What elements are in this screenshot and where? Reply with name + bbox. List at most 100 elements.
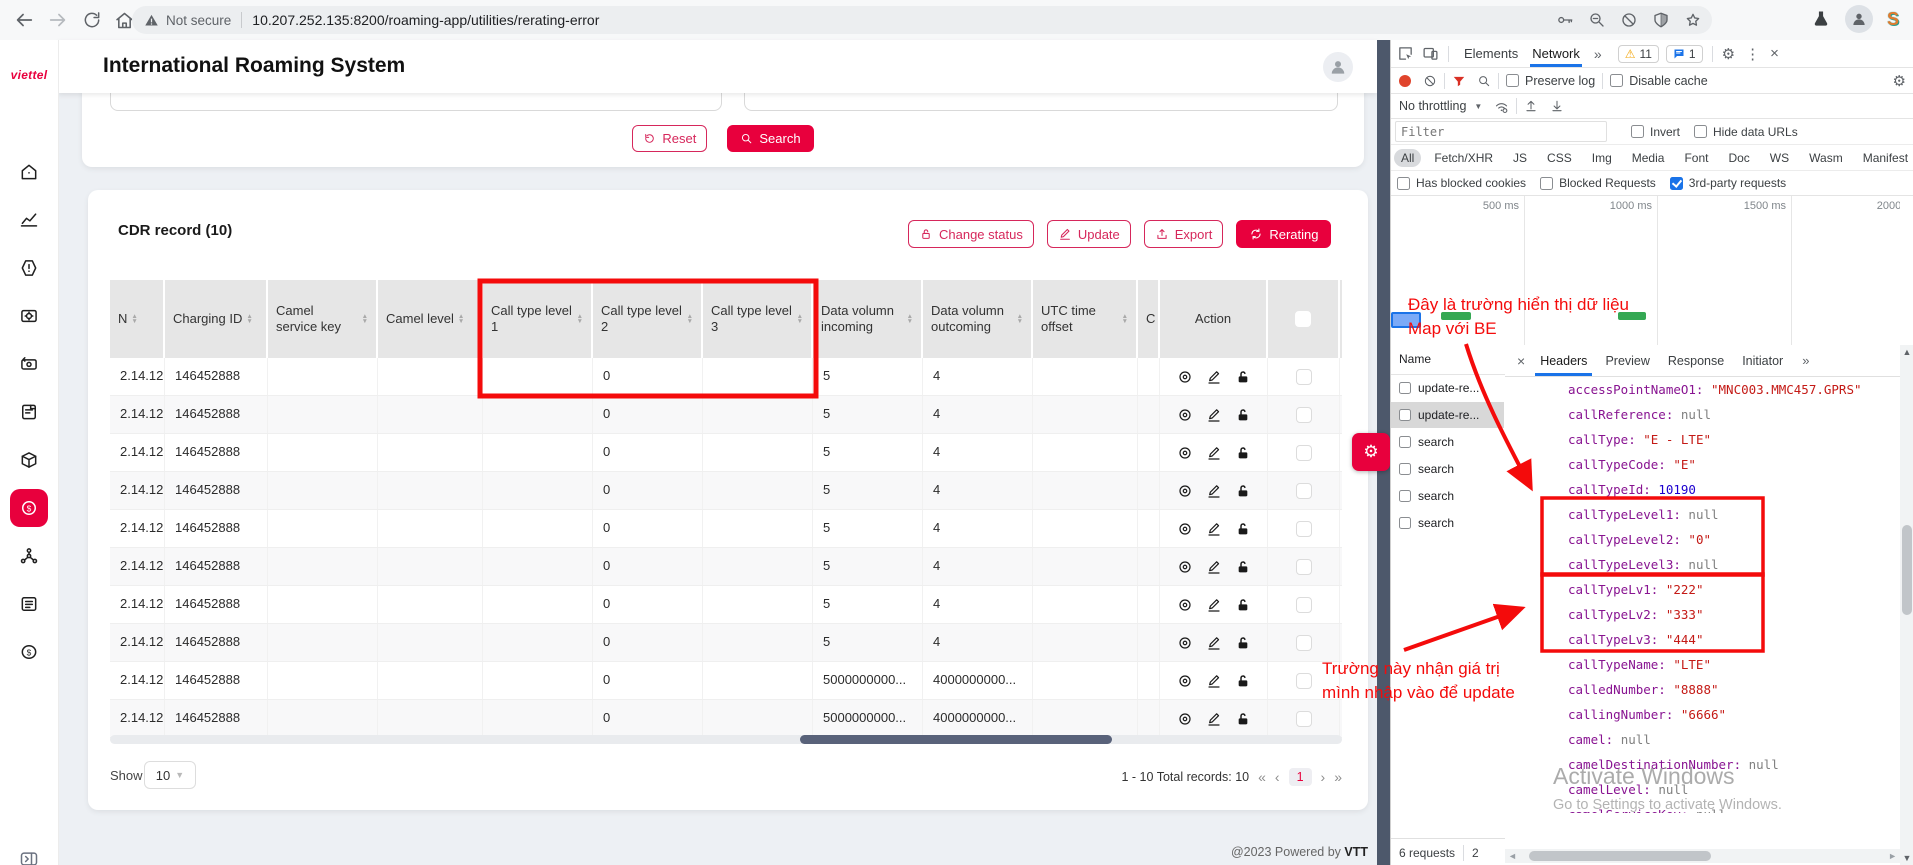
filter-chip-media[interactable]: Media: [1625, 149, 1672, 167]
devtools-settings-icon[interactable]: ⚙: [1722, 45, 1735, 63]
row-checkbox[interactable]: [1296, 369, 1312, 385]
sidebar-item-sim-gear[interactable]: [10, 297, 48, 335]
payload-line-callTypeLevel3[interactable]: callTypeLevel3: null: [1568, 552, 1913, 577]
edit-icon[interactable]: [1206, 671, 1222, 691]
request-list-item[interactable]: search: [1391, 510, 1504, 536]
key-icon[interactable]: [1556, 11, 1574, 29]
row-checkbox[interactable]: [1296, 483, 1312, 499]
filter-chip-ws[interactable]: WS: [1763, 149, 1796, 167]
edit-icon[interactable]: [1206, 595, 1222, 615]
sidebar-item-money-transfer[interactable]: [10, 345, 48, 383]
record-icon[interactable]: [1399, 75, 1411, 87]
request-checkbox[interactable]: [1399, 463, 1411, 475]
request-checkbox[interactable]: [1399, 409, 1411, 421]
view-icon[interactable]: [1177, 519, 1193, 539]
detail-more-tabs-icon[interactable]: »: [1802, 353, 1809, 368]
sidebar-item-package[interactable]: [10, 441, 48, 479]
request-checkbox[interactable]: [1399, 436, 1411, 448]
invert-checkbox[interactable]: [1631, 125, 1644, 138]
sidebar-item-invoice[interactable]: [10, 393, 48, 431]
unlock-icon[interactable]: [1235, 557, 1251, 577]
filter-chip-wasm[interactable]: Wasm: [1802, 149, 1850, 167]
table-row[interactable]: 2.14.128146452888054: [110, 434, 1342, 472]
unlock-icon[interactable]: [1235, 367, 1251, 387]
table-horizontal-scrollbar[interactable]: [110, 735, 1342, 744]
network-search-icon[interactable]: [1477, 74, 1491, 88]
unlock-icon[interactable]: [1235, 481, 1251, 501]
last-page-button[interactable]: »: [1334, 769, 1342, 785]
waterfall-bar[interactable]: [1441, 312, 1471, 320]
table-row[interactable]: 2.14.12814645288805000000000...400000000…: [110, 662, 1342, 700]
payload-line-callType[interactable]: callType: "E - LTE": [1568, 427, 1913, 452]
detail-tab-headers[interactable]: Headers: [1531, 346, 1596, 376]
row-checkbox[interactable]: [1296, 521, 1312, 537]
update-button[interactable]: Update: [1047, 220, 1131, 248]
sidebar-item-home[interactable]: [10, 153, 48, 191]
tab-network[interactable]: Network: [1526, 40, 1586, 67]
edit-icon[interactable]: [1206, 443, 1222, 463]
name-column-header[interactable]: Name: [1391, 345, 1505, 375]
sort-icon[interactable]: ▲▼: [797, 314, 803, 324]
table-row[interactable]: 2.14.128146452888054: [110, 548, 1342, 586]
request-list-item[interactable]: update-re...: [1391, 402, 1504, 428]
unlock-icon[interactable]: [1235, 443, 1251, 463]
sort-icon[interactable]: ▲▼: [458, 314, 464, 324]
zoom-out-icon[interactable]: [1588, 11, 1606, 29]
view-icon[interactable]: [1177, 481, 1193, 501]
sidebar-item-currency[interactable]: $: [10, 633, 48, 671]
payload-line-callTypeName[interactable]: callTypeName: "LTE": [1568, 652, 1913, 677]
sidebar-item-network[interactable]: [10, 537, 48, 575]
search-button[interactable]: Search: [727, 125, 813, 152]
edit-icon[interactable]: [1206, 709, 1222, 729]
select-all-checkbox[interactable]: [1295, 311, 1311, 327]
tab-elements[interactable]: Elements: [1458, 40, 1524, 67]
flask-icon[interactable]: [1811, 9, 1831, 29]
more-tabs-icon[interactable]: »: [1588, 40, 1608, 67]
devtools-vscroll-thumb[interactable]: [1902, 525, 1912, 615]
scroll-left-icon[interactable]: ◄: [1508, 851, 1517, 861]
column-header-charging-id[interactable]: Charging ID▲▼: [165, 280, 268, 358]
response-payload[interactable]: accessPointNameO1: "MNC003.MMC457.GPRS"c…: [1505, 377, 1913, 813]
payload-line-camel[interactable]: camel: null: [1568, 727, 1913, 752]
payload-hscrollbar[interactable]: ◄ ►: [1505, 849, 1900, 863]
row-checkbox[interactable]: [1296, 711, 1312, 727]
sort-icon[interactable]: ▲▼: [907, 314, 913, 324]
payload-line-callingNumber[interactable]: callingNumber: "6666": [1568, 702, 1913, 727]
detail-tab-response[interactable]: Response: [1659, 346, 1733, 376]
row-checkbox[interactable]: [1296, 635, 1312, 651]
security-label[interactable]: Not secure: [166, 13, 231, 28]
column-header-call-type-level-2[interactable]: Call type level 2▲▼: [593, 280, 703, 358]
table-row[interactable]: 2.14.128146452888054: [110, 510, 1342, 548]
payload-line-callTypeId[interactable]: callTypeId: 10190: [1568, 477, 1913, 502]
edit-icon[interactable]: [1206, 405, 1222, 425]
unlock-icon[interactable]: [1235, 519, 1251, 539]
issues-badge[interactable]: 1: [1666, 45, 1703, 63]
payload-line-callTypeLv3[interactable]: callTypeLv3: "444": [1568, 627, 1913, 652]
edit-icon[interactable]: [1206, 519, 1222, 539]
filter-input[interactable]: [1395, 121, 1607, 142]
table-row[interactable]: 2.14.128146452888054: [110, 586, 1342, 624]
export-button[interactable]: Export: [1144, 220, 1224, 248]
page-size-select[interactable]: 10 ▼: [144, 761, 196, 789]
warnings-badge[interactable]: ⚠ 11: [1618, 45, 1659, 63]
payload-hscroll-thumb[interactable]: [1529, 851, 1711, 861]
payload-line-camelLevel[interactable]: camelLevel: null: [1568, 777, 1913, 802]
filter-chip-font[interactable]: Font: [1677, 149, 1715, 167]
detail-tab-initiator[interactable]: Initiator: [1733, 346, 1792, 376]
payload-line-callTypeLevel1[interactable]: callTypeLevel1: null: [1568, 502, 1913, 527]
edit-icon[interactable]: [1206, 481, 1222, 501]
url-text[interactable]: 10.207.252.135:8200/roaming-app/utilitie…: [252, 12, 599, 28]
filter-chip-img[interactable]: Img: [1585, 149, 1619, 167]
change-status-button[interactable]: Change status: [908, 220, 1034, 248]
preserve-log-checkbox[interactable]: [1506, 74, 1519, 87]
payload-line-calledNumber[interactable]: calledNumber: "8888": [1568, 677, 1913, 702]
sort-icon[interactable]: ▲▼: [362, 314, 368, 324]
column-header-call-type-level-1[interactable]: Call type level 1▲▼: [483, 280, 593, 358]
sidebar-item-payment[interactable]: $: [10, 489, 48, 527]
s-logo[interactable]: S: [1887, 9, 1899, 30]
reset-button[interactable]: Reset: [632, 125, 707, 152]
view-icon[interactable]: [1177, 443, 1193, 463]
settings-fab-button[interactable]: ⚙: [1352, 433, 1390, 471]
sidebar-item-chart[interactable]: [10, 201, 48, 239]
refresh-icon[interactable]: [80, 8, 104, 32]
